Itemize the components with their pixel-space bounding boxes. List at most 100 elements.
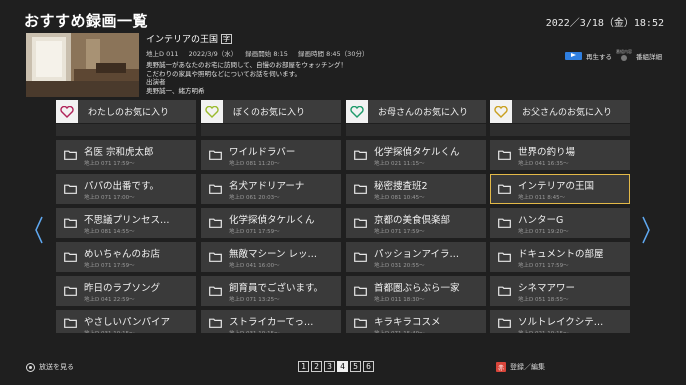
list-item[interactable]: 無敵マシーン レッ… 地上D 041 16:00～: [201, 242, 341, 272]
datetime: 2022／3/18（金）18:52: [545, 18, 664, 29]
item-title: ドキュメントの部屋: [518, 249, 604, 260]
item-title: ソルトレイクシテ…: [518, 317, 604, 328]
item-channel-time: 地上D 031 20:55～: [374, 263, 425, 269]
item-channel-time: 地上D 071 17:59～: [84, 263, 135, 269]
play-key-icon[interactable]: [565, 51, 582, 60]
heart-icon: [346, 100, 368, 123]
folder-icon: [64, 218, 77, 228]
list-item[interactable]: インテリアの王国 地上D 011 8:45～: [490, 174, 630, 204]
column-header[interactable]: お父さんのお気に入り: [490, 100, 630, 123]
column-header[interactable]: わたしのお気に入り: [56, 100, 196, 123]
column-header-label: お母さんのお気に入り: [378, 108, 469, 118]
list-item[interactable]: 化学探偵タケルくん 地上D 071 17:59～: [201, 208, 341, 238]
list-item[interactable]: 飼育員でございます。 地上D 071 13:25～: [201, 276, 341, 306]
desc-line: こだわりの家具や照明などについてお話を伺います。: [146, 69, 301, 78]
play-label[interactable]: 再生する: [586, 51, 612, 61]
page-number[interactable]: 3: [324, 361, 335, 372]
item-channel-time: 地上D 071 17:59～: [374, 229, 425, 235]
item-channel-time: 地上D 061 20:03～: [229, 195, 280, 201]
item-channel-time: 地上D 011 8:45～: [518, 195, 566, 201]
list-item[interactable]: シネマアワー 地上D 051 18:55～: [490, 276, 630, 306]
item-title: 名犬アドリアーナ: [229, 181, 305, 192]
folder-icon: [209, 252, 222, 262]
sub-key-label: 番組内容: [616, 49, 632, 54]
register-edit-button[interactable]: 赤 登録／編集: [496, 362, 545, 372]
register-edit-label: 登録／編集: [510, 363, 545, 371]
item-channel-time: 地上D 071 17:59～: [229, 229, 280, 235]
page-number[interactable]: 1: [298, 361, 309, 372]
scroll-right-icon[interactable]: [640, 215, 652, 245]
list-item[interactable]: ハンターG 地上D 071 19:20～: [490, 208, 630, 238]
folder-icon: [354, 286, 367, 296]
watch-broadcast-label: 放送を見る: [39, 363, 74, 371]
list-item[interactable]: ソルトレイクシテ…地上D 021 10:15～: [490, 310, 630, 333]
folder-icon: [498, 286, 511, 296]
column-header-stub: [56, 123, 196, 136]
page-number[interactable]: 2: [311, 361, 322, 372]
column-header-label: お父さんのお気に入り: [522, 108, 613, 118]
item-channel-time: 地上D 051 18:55～: [518, 297, 569, 303]
item-channel-time: 地上D 031 10:15～: [84, 329, 135, 333]
folder-icon: [354, 150, 367, 160]
list-item[interactable]: キラキラコスメ地上D 071 15:40～: [346, 310, 486, 333]
column-header-stub: [346, 123, 486, 136]
list-item[interactable]: ストライカーてっ…地上D 031 10:15～: [201, 310, 341, 333]
page-number[interactable]: 4: [337, 361, 348, 372]
item-title: キラキラコスメ: [374, 317, 441, 328]
folder-icon: [209, 150, 222, 160]
column-header[interactable]: お母さんのお気に入り: [346, 100, 486, 123]
list-item[interactable]: 京都の美食倶楽部地上D 071 17:59～: [346, 208, 486, 238]
item-title: 昨日のラブソング: [84, 283, 161, 294]
list-item[interactable]: 秘密捜査班2 地上D 081 10:45～: [346, 174, 486, 204]
favorites-column: お母さんのお気に入り 化学探偵タケルくん 地上D 021 11:15～ 秘密捜査班2 地…: [346, 100, 486, 333]
list-item[interactable]: 化学探偵タケルくん 地上D 021 11:15～: [346, 140, 486, 170]
favorites-grid: わたしのお気に入り 名医 宗和虎太郎 地上D 071 17:59～ パパの出番です。地…: [56, 100, 630, 343]
item-title: 名医 宗和虎太郎: [84, 147, 154, 158]
favorites-column: ぼくのお気に入りワイルドラバー 地上D 081 11:20～ 名犬アドリアーナ地上D…: [201, 100, 341, 333]
item-title: 首都圏ぶらぶら一家: [374, 283, 460, 294]
item-title: パパの出番です。: [84, 181, 160, 192]
desc-line: 奥野誠一があなたのお宅に訪問して、自慢のお部屋をウォッチング！: [146, 61, 347, 69]
folder-icon: [498, 252, 511, 262]
item-title: 京都の美食倶楽部: [374, 215, 451, 226]
folder-icon: [354, 318, 367, 328]
list-item[interactable]: パパの出番です。地上D 071 17:00～: [56, 174, 196, 204]
item-title: 秘密捜査班2: [374, 181, 428, 192]
list-item[interactable]: パッションアイラ… 地上D 031 20:55～: [346, 242, 486, 272]
program-start: 録画開始 8:15: [245, 50, 288, 58]
enter-key-icon: [26, 362, 35, 372]
favorites-column: お父さんのお気に入り世界の釣り場 地上D 041 16:35～ インテリアの王国 地上…: [490, 100, 630, 333]
page-number[interactable]: 5: [350, 361, 361, 372]
item-title: 不思議プリンセス…: [84, 215, 170, 226]
list-item[interactable]: めいちゃんのお店 地上D 071 17:59～: [56, 242, 196, 272]
folder-icon: [498, 318, 511, 328]
desc-line: 奥野誠一、緒方明希: [146, 86, 205, 95]
detail-label[interactable]: 番組詳細: [636, 51, 662, 61]
column-header[interactable]: ぼくのお気に入り: [201, 100, 341, 123]
item-title: 世界の釣り場: [518, 147, 576, 158]
sub-key-icon[interactable]: 番組内容: [616, 50, 632, 61]
folder-icon: [498, 184, 511, 194]
scroll-left-icon[interactable]: [33, 215, 45, 245]
heart-icon: [490, 100, 512, 123]
column-header-stub: [490, 123, 630, 136]
list-item[interactable]: 世界の釣り場 地上D 041 16:35～: [490, 140, 630, 170]
item-channel-time: 地上D 071 17:00～: [84, 195, 135, 201]
list-item[interactable]: 首都圏ぶらぶら一家 地上D 011 18:30～: [346, 276, 486, 306]
list-item[interactable]: 不思議プリンセス… 地上D 081 14:55～: [56, 208, 196, 238]
program-description: 奥野誠一があなたのお宅に訪問して、自慢のお部屋をウォッチング！ こだわりの家具や…: [146, 61, 446, 95]
list-item[interactable]: やさしいパンパイア地上D 031 10:15～: [56, 310, 196, 333]
list-item[interactable]: ワイルドラバー 地上D 081 11:20～: [201, 140, 341, 170]
page-number[interactable]: 6: [363, 361, 374, 372]
list-item[interactable]: 名犬アドリアーナ地上D 061 20:03～: [201, 174, 341, 204]
list-item[interactable]: 昨日のラブソング 地上D 041 22:59～: [56, 276, 196, 306]
list-item[interactable]: 名医 宗和虎太郎 地上D 071 17:59～: [56, 140, 196, 170]
caption-badge: 字: [221, 34, 233, 44]
item-channel-time: 地上D 041 16:00～: [229, 263, 280, 269]
program-title: インテリアの王国字: [146, 32, 233, 45]
page-title: おすすめ録画一覧: [24, 12, 149, 30]
folder-icon: [354, 184, 367, 194]
list-item[interactable]: ドキュメントの部屋 地上D 071 17:59～: [490, 242, 630, 272]
watch-broadcast-button[interactable]: 放送を見る: [26, 362, 74, 372]
program-duration: 録画時間 8:45（30分）: [298, 50, 369, 58]
